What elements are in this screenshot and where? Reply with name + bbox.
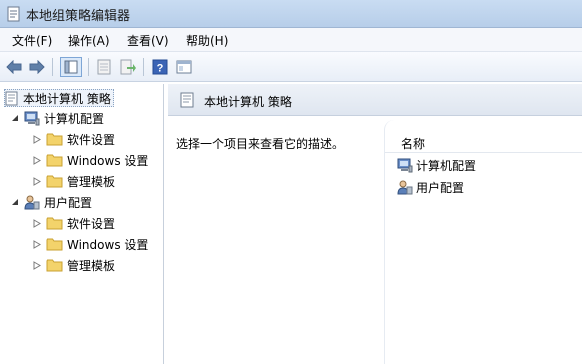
expand-arrow-icon[interactable] (32, 260, 42, 270)
folder-icon (46, 133, 63, 146)
details-title: 本地计算机 策略 (204, 95, 292, 109)
folder-icon (46, 154, 63, 167)
back-icon (6, 60, 22, 74)
user-icon (24, 195, 40, 209)
column-header-name[interactable]: 名称 (401, 135, 425, 152)
help-button[interactable]: ? (150, 57, 170, 77)
tree-node-label: 用户配置 (44, 195, 93, 210)
toolbar-separator (52, 58, 53, 76)
collapse-arrow-icon[interactable] (10, 197, 20, 207)
policy-editor-app-icon (7, 6, 20, 22)
toolbar-separator (88, 58, 89, 76)
description-prompt: 选择一个项目来查看它的描述。 (176, 137, 345, 151)
tree-node-label: 软件设置 (67, 216, 116, 231)
export-button[interactable] (118, 57, 138, 77)
menu-file[interactable]: 文件(F) (12, 32, 52, 49)
tree-node-label: 软件设置 (67, 132, 116, 147)
expand-arrow-icon[interactable] (32, 218, 42, 228)
tree-node-label: Windows 设置 (67, 237, 149, 252)
console-button[interactable] (174, 57, 194, 77)
details-header: 本地计算机 策略 (168, 84, 582, 116)
tree-node-label: Windows 设置 (67, 153, 149, 168)
tree-node-software-settings[interactable]: 软件设置 (32, 130, 115, 148)
items-list: 名称 计算机配置 用户配置 (384, 120, 582, 364)
menu-help[interactable]: 帮助(H) (186, 32, 228, 49)
tree-node-computer-config[interactable]: 计算机配置 (10, 109, 104, 127)
folder-icon (46, 238, 63, 251)
console-icon (176, 60, 192, 74)
title-bar: 本地组策略编辑器 (0, 0, 582, 28)
user-icon (397, 180, 413, 194)
tree-node-local-policy[interactable]: 本地计算机 策略 (4, 89, 114, 107)
svg-text:?: ? (157, 63, 164, 75)
tree-node-user-config[interactable]: 用户配置 (10, 193, 92, 211)
policy-document-icon (180, 92, 194, 108)
properties-icon (97, 59, 111, 75)
tree-node-user-admin-templates[interactable]: 管理模板 (32, 256, 115, 274)
folder-icon (46, 259, 63, 272)
folder-icon (46, 175, 63, 188)
window-title: 本地组策略编辑器 (26, 9, 131, 24)
list-item-label: 用户配置 (416, 180, 465, 195)
list-item-user-config[interactable]: 用户配置 (397, 178, 464, 196)
help-icon: ? (152, 59, 168, 75)
expand-arrow-icon[interactable] (32, 155, 42, 165)
forward-button[interactable] (27, 57, 47, 77)
list-item-computer-config[interactable]: 计算机配置 (397, 156, 476, 174)
tree-node-label: 管理模板 (67, 258, 116, 273)
expand-arrow-icon[interactable] (32, 134, 42, 144)
column-divider (385, 152, 582, 153)
tree-node-windows-settings[interactable]: Windows 设置 (32, 151, 148, 169)
forward-icon (29, 60, 45, 74)
list-item-label: 计算机配置 (416, 158, 477, 173)
computer-icon (24, 111, 40, 125)
export-icon (120, 59, 136, 75)
toolbar-separator (143, 58, 144, 76)
tree-node-user-windows-settings[interactable]: Windows 设置 (32, 235, 148, 253)
show-tree-icon (64, 60, 78, 74)
tree-node-label: 本地计算机 策略 (23, 91, 111, 106)
folder-icon (46, 217, 63, 230)
tree-node-admin-templates[interactable]: 管理模板 (32, 172, 115, 190)
tree-node-label: 计算机配置 (44, 111, 105, 126)
computer-icon (397, 158, 413, 172)
menu-view[interactable]: 查看(V) (127, 32, 169, 49)
toolbar: ? (0, 52, 582, 82)
expand-arrow-icon[interactable] (32, 239, 42, 249)
tree-node-label: 管理模板 (67, 174, 116, 189)
show-tree-button[interactable] (60, 57, 82, 77)
details-pane: 本地计算机 策略 选择一个项目来查看它的描述。 名称 计算机配置 用户配置 (168, 84, 582, 364)
properties-button[interactable] (94, 57, 114, 77)
menu-bar: 文件(F) 操作(A) 查看(V) 帮助(H) (0, 28, 582, 52)
policy-document-icon (5, 91, 18, 105)
expand-arrow-icon[interactable] (32, 176, 42, 186)
collapse-arrow-icon[interactable] (10, 113, 20, 123)
navigation-tree: 本地计算机 策略 计算机配置 软件设置 Windows 设置 管理模板 用户配置… (0, 84, 164, 364)
back-button[interactable] (4, 57, 24, 77)
menu-action[interactable]: 操作(A) (68, 32, 110, 49)
tree-node-user-software-settings[interactable]: 软件设置 (32, 214, 115, 232)
